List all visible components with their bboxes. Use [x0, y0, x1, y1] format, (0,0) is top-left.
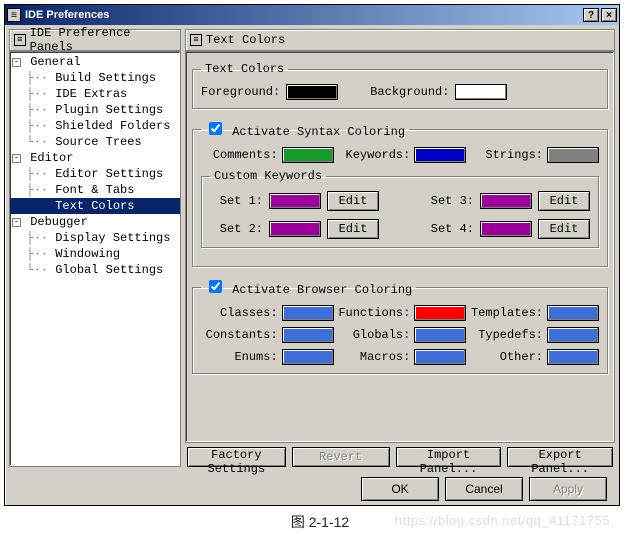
foreground-label: Foreground: [201, 85, 280, 99]
syntax-legend: Activate Syntax Coloring [201, 119, 409, 139]
set-swatch[interactable] [269, 193, 321, 209]
app-icon: ≡ [7, 8, 21, 22]
tree-item[interactable]: ├·· Build Settings [10, 70, 180, 86]
strings-label: Strings: [466, 148, 543, 162]
browser-item: Macros: [334, 349, 467, 365]
browser-item: Templates: [466, 305, 599, 321]
strings-swatch[interactable] [547, 147, 599, 163]
tree-group[interactable]: - General [10, 54, 180, 70]
browser-checkbox[interactable] [209, 280, 222, 293]
preference-tree[interactable]: - General ├·· Build Settings ├·· IDE Ext… [9, 51, 181, 467]
factory-settings-button[interactable]: Factory Settings [187, 447, 286, 467]
browser-item-label: Other: [466, 350, 543, 364]
tree-item[interactable]: └·· Source Trees [10, 134, 180, 150]
browser-item: Classes: [201, 305, 334, 321]
browser-checkbox-label: Activate Browser Coloring [232, 283, 412, 297]
figure-caption: 图 2-1-12 [0, 506, 640, 532]
collapse-icon[interactable]: - [12, 154, 21, 163]
foreground-swatch[interactable] [286, 84, 338, 100]
edit-button[interactable]: Edit [538, 219, 590, 239]
browser-swatch[interactable] [547, 349, 599, 365]
keywords-label: Keywords: [334, 148, 411, 162]
browser-item: Other: [466, 349, 599, 365]
browser-item-label: Classes: [201, 306, 278, 320]
browser-item-label: Functions: [334, 306, 411, 320]
set-label: Set 1: [210, 194, 263, 208]
window-title: IDE Preferences [25, 9, 109, 21]
custom-keywords-group: Custom Keywords Set 1: Edit Set 3: Edit Set … [201, 169, 599, 248]
keywords-swatch[interactable] [414, 147, 466, 163]
browser-item-label: Macros: [334, 350, 411, 364]
browser-swatch[interactable] [414, 305, 466, 321]
set-label: Set 4: [421, 222, 474, 236]
help-button[interactable]: ? [583, 8, 599, 22]
tree-item[interactable]: └·· Global Settings [10, 262, 180, 278]
set-label: Set 2: [210, 222, 263, 236]
browser-swatch[interactable] [414, 349, 466, 365]
text-colors-group: Text Colors Foreground: Background: [192, 62, 608, 109]
background-label: Background: [370, 85, 449, 99]
syntax-checkbox-label: Activate Syntax Coloring [232, 125, 405, 139]
browser-group: Activate Browser Coloring Classes: Functi… [192, 277, 608, 374]
tree-item[interactable]: ├·· Editor Settings [10, 166, 180, 182]
browser-item: Globals: [334, 327, 467, 343]
cancel-button[interactable]: Cancel [445, 477, 523, 501]
browser-swatch[interactable] [547, 327, 599, 343]
edit-button[interactable]: Edit [538, 191, 590, 211]
tree-header-label: IDE Preference Panels [30, 26, 176, 54]
revert-button[interactable]: Revert [292, 447, 390, 467]
tree-item[interactable]: ├·· Shielded Folders [10, 118, 180, 134]
panel-icon: ≡ [190, 34, 202, 46]
content-header: ≡ Text Colors [185, 29, 615, 51]
text-colors-legend: Text Colors [201, 62, 288, 76]
tree-item[interactable]: ├·· Windowing [10, 246, 180, 262]
background-swatch[interactable] [455, 84, 507, 100]
browser-item: Constants: [201, 327, 334, 343]
set-swatch[interactable] [480, 193, 532, 209]
browser-item-label: Enums: [201, 350, 278, 364]
import-panel-button[interactable]: Import Panel... [396, 447, 502, 467]
tree-header: ≡ IDE Preference Panels [9, 29, 181, 51]
ok-button[interactable]: OK [361, 477, 439, 501]
collapse-icon[interactable]: - [12, 218, 21, 227]
tree-group[interactable]: - Debugger [10, 214, 180, 230]
browser-item-label: Globals: [334, 328, 411, 342]
browser-item-label: Constants: [201, 328, 278, 342]
syntax-group: Activate Syntax Coloring Comments: Keywo… [192, 119, 608, 267]
tree-item[interactable]: ├·· Display Settings [10, 230, 180, 246]
browser-swatch[interactable] [282, 349, 334, 365]
browser-item: Functions: [334, 305, 467, 321]
preferences-window: ≡ IDE Preferences ? × ≡ IDE Preference P… [4, 4, 620, 506]
comments-label: Comments: [201, 148, 278, 162]
tree-item[interactable]: ├·· IDE Extras [10, 86, 180, 102]
export-panel-button[interactable]: Export Panel... [507, 447, 613, 467]
browser-item-label: Typedefs: [466, 328, 543, 342]
panel-icon: ≡ [14, 34, 26, 46]
edit-button[interactable]: Edit [327, 191, 379, 211]
titlebar: ≡ IDE Preferences ? × [5, 5, 619, 25]
browser-swatch[interactable] [282, 327, 334, 343]
browser-item-label: Templates: [466, 306, 543, 320]
tree-item[interactable]: ├·· Font & Tabs [10, 182, 180, 198]
set-swatch[interactable] [269, 221, 321, 237]
browser-swatch[interactable] [547, 305, 599, 321]
browser-swatch[interactable] [414, 327, 466, 343]
browser-item: Typedefs: [466, 327, 599, 343]
browser-legend: Activate Browser Coloring [201, 277, 416, 297]
custom-keywords-legend: Custom Keywords [210, 169, 326, 183]
comments-swatch[interactable] [282, 147, 334, 163]
set-swatch[interactable] [480, 221, 532, 237]
tree-item[interactable]: ├·· Plugin Settings [10, 102, 180, 118]
content-header-label: Text Colors [206, 33, 285, 47]
apply-button[interactable]: Apply [529, 477, 607, 501]
edit-button[interactable]: Edit [327, 219, 379, 239]
close-button[interactable]: × [601, 8, 617, 22]
set-label: Set 3: [421, 194, 474, 208]
tree-group[interactable]: - Editor [10, 150, 180, 166]
browser-item: Enums: [201, 349, 334, 365]
syntax-checkbox[interactable] [209, 122, 222, 135]
tree-item[interactable]: └·· Text Colors [10, 198, 180, 214]
collapse-icon[interactable]: - [12, 58, 21, 67]
browser-swatch[interactable] [282, 305, 334, 321]
